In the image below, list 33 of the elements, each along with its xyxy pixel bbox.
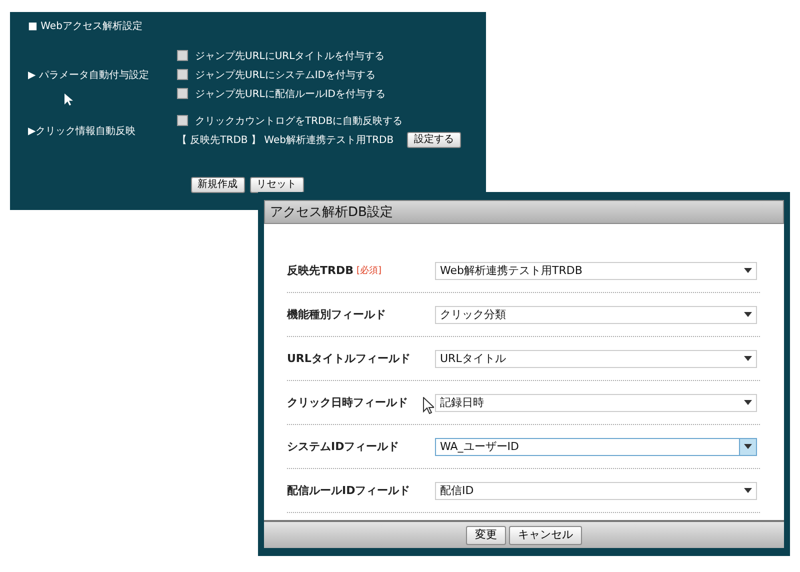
checkbox[interactable]: [177, 50, 188, 61]
panel-title: ■ Webアクセス解析設定: [28, 20, 144, 34]
panel-button[interactable]: 新規作成: [190, 177, 244, 193]
dropdown-field[interactable]: Web解析連携テスト用TRDB: [435, 262, 757, 280]
checkbox-label: ジャンプ先URLにURLタイトルを付与する: [195, 50, 385, 62]
dialog-button[interactable]: 変更: [466, 526, 506, 544]
section-label: ▶クリック情報自動反映: [28, 124, 137, 138]
configure-button[interactable]: 設定する: [407, 132, 461, 148]
checkbox-label: ジャンプ先URLに配信ルールIDを付与する: [195, 88, 386, 100]
dropdown-field[interactable]: 配信ID: [435, 482, 757, 500]
required-tag: [必須]: [356, 264, 382, 277]
section-label: ▶ パラメータ自動付与設定: [28, 68, 150, 82]
dialog-title: アクセス解析DB設定: [270, 204, 393, 221]
checkbox-label: クリックカウントログをTRDBに自動反映する: [195, 114, 403, 128]
cursor-icon: [423, 397, 434, 414]
checkbox[interactable]: [177, 115, 188, 126]
dropdown-field[interactable]: クリック分類: [435, 306, 757, 324]
field-label: クリック日時フィールド: [287, 395, 408, 410]
dropdown-field[interactable]: URLタイトル: [435, 350, 757, 368]
checkbox[interactable]: [177, 69, 188, 80]
dropdown-field[interactable]: 記録日時: [435, 394, 757, 412]
dropdown-field[interactable]: WA_ユーザーID: [435, 438, 757, 456]
field-label: システムIDフィールド: [287, 439, 400, 454]
field-label: 機能種別フィールド: [287, 307, 386, 322]
field-label: 配信ルールIDフィールド: [287, 483, 410, 498]
checkbox[interactable]: [177, 88, 188, 99]
checkbox-label: ジャンプ先URLにシステムIDを付与する: [195, 68, 376, 82]
dialog-button[interactable]: キャンセル: [509, 526, 582, 544]
field-label: 反映先TRDB: [287, 263, 354, 278]
field-label: URLタイトルフィールド: [287, 351, 410, 366]
target-trdb-text: 【 反映先TRDB 】 Web解析連携テスト用TRDB: [177, 134, 395, 147]
cursor-icon: [64, 93, 73, 106]
panel-button[interactable]: リセット: [250, 177, 304, 193]
